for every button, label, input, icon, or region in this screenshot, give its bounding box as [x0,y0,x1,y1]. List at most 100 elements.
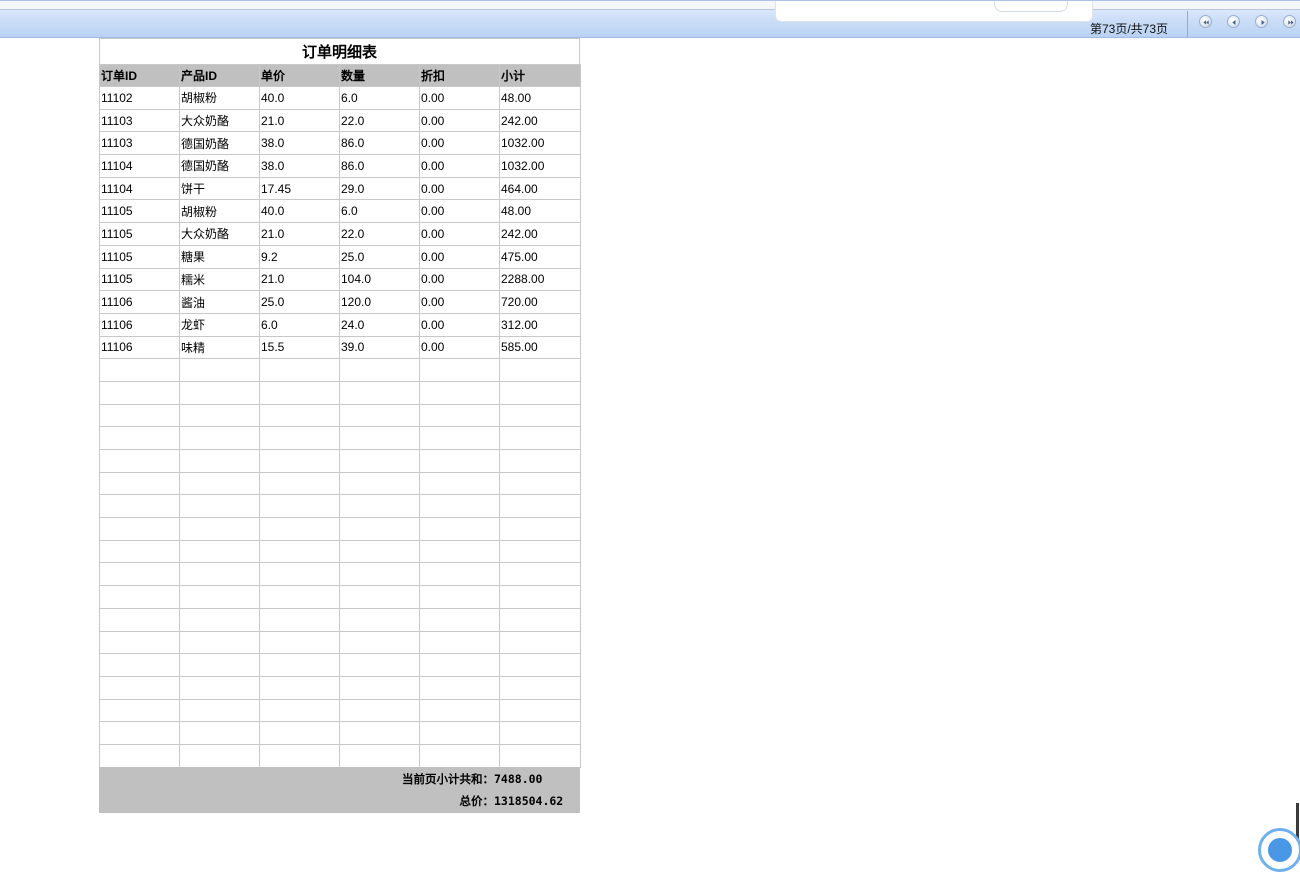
discount-cell: 0.00 [419,199,500,224]
floating-assistant-button[interactable] [1258,828,1300,872]
unit-price-cell: 9.2 [259,244,340,269]
next-page-icon [1261,20,1265,25]
unit-price-cell: 15.5 [259,335,340,360]
product-id-cell: 胡椒粉 [179,86,260,110]
discount-cell: 0.00 [419,290,500,314]
discount-cell [419,358,500,382]
discount-cell [419,562,500,587]
empty-table-row [99,380,581,405]
order-id-cell [99,539,180,564]
empty-table-row [99,653,581,677]
product-id-cell [179,426,260,450]
product-id-cell [179,471,260,496]
discount-cell: 0.00 [419,154,500,178]
order-id-cell [99,698,180,723]
empty-table-row [99,403,581,428]
report-toolbar: 第73页/共73页 [0,0,1300,38]
subtotal-cell [499,721,581,745]
toolbar-search-button[interactable] [994,1,1068,12]
product-id-cell: 胡椒粉 [179,199,260,224]
subtotal-cell: 48.00 [499,86,581,110]
order-id-cell: 11104 [99,154,180,178]
quantity-cell: 6.0 [339,199,420,224]
quantity-cell [339,403,420,428]
subtotal-cell [499,607,581,632]
table-header-row: 订单ID 产品ID 单价 数量 折扣 小计 [99,64,581,87]
report-title: 订单明细表 [99,38,580,65]
empty-table-row [99,585,581,609]
discount-cell [419,539,500,564]
subtotal-cell [499,698,581,723]
unit-price-cell [259,653,340,677]
order-detail-table: 订单ID 产品ID 单价 数量 折扣 小计 11102 胡椒粉 40.0 6.0 0.0… [99,64,581,768]
product-id-cell: 大众奶酪 [179,222,260,246]
discount-cell [419,630,500,655]
unit-price-cell [259,358,340,382]
unit-price-cell: 38.0 [259,154,340,178]
empty-table-row [99,562,581,587]
order-id-cell [99,607,180,632]
unit-price-cell [259,494,340,519]
discount-cell: 0.00 [419,86,500,110]
empty-table-row [99,449,581,473]
unit-price-cell [259,426,340,450]
order-id-cell [99,471,180,496]
discount-cell [419,471,500,496]
order-id-cell [99,380,180,405]
subtotal-cell [499,675,581,700]
subtotal-cell [499,653,581,677]
quantity-cell [339,517,420,541]
order-id-cell: 11106 [99,312,180,337]
quantity-cell: 24.0 [339,312,420,337]
assistant-icon [1268,838,1292,862]
report-footer: 当前页小计共和：7488.00 总价：1318504.62 [99,767,580,813]
product-id-cell [179,698,260,723]
order-id-cell: 11103 [99,131,180,156]
column-header-order-id: 订单ID [99,64,180,87]
product-id-cell [179,449,260,473]
product-id-cell: 德国奶酪 [179,131,260,156]
product-id-cell: 味精 [179,335,260,360]
product-id-cell: 德国奶酪 [179,154,260,178]
first-page-button[interactable] [1199,15,1212,28]
discount-cell [419,380,500,405]
order-id-cell: 11103 [99,108,180,133]
prev-page-button[interactable] [1227,15,1240,28]
discount-cell: 0.00 [419,267,500,292]
quantity-cell: 22.0 [339,222,420,246]
table-row: 11102 胡椒粉 40.0 6.0 0.00 48.00 [99,86,581,110]
table-row: 11103 德国奶酪 38.0 86.0 0.00 1032.00 [99,131,581,156]
unit-price-cell [259,471,340,496]
empty-table-row [99,630,581,655]
order-detail-report: 订单明细表 订单ID 产品ID 单价 数量 折扣 小计 11102 胡椒粉 40.0… [99,38,581,813]
quantity-cell [339,562,420,587]
discount-cell [419,517,500,541]
subtotal-cell [499,449,581,473]
order-id-cell [99,358,180,382]
order-id-cell [99,585,180,609]
discount-cell [419,675,500,700]
discount-cell: 0.00 [419,108,500,133]
quantity-cell [339,653,420,677]
discount-cell [419,449,500,473]
subtotal-cell: 312.00 [499,312,581,337]
discount-cell [419,721,500,745]
subtotal-cell [499,585,581,609]
product-id-cell: 糖果 [179,244,260,269]
table-row: 11105 糖果 9.2 25.0 0.00 475.00 [99,244,581,269]
order-id-cell [99,721,180,745]
subtotal-cell: 1032.00 [499,154,581,178]
quantity-cell [339,630,420,655]
unit-price-cell [259,539,340,564]
discount-cell [419,653,500,677]
product-id-cell: 饼干 [179,176,260,201]
discount-cell [419,585,500,609]
next-page-button[interactable] [1255,15,1268,28]
order-id-cell: 11102 [99,86,180,110]
discount-cell [419,743,500,768]
last-page-button[interactable] [1283,15,1296,28]
product-id-cell [179,494,260,519]
product-id-cell [179,562,260,587]
subtotal-cell [499,358,581,382]
discount-cell: 0.00 [419,312,500,337]
